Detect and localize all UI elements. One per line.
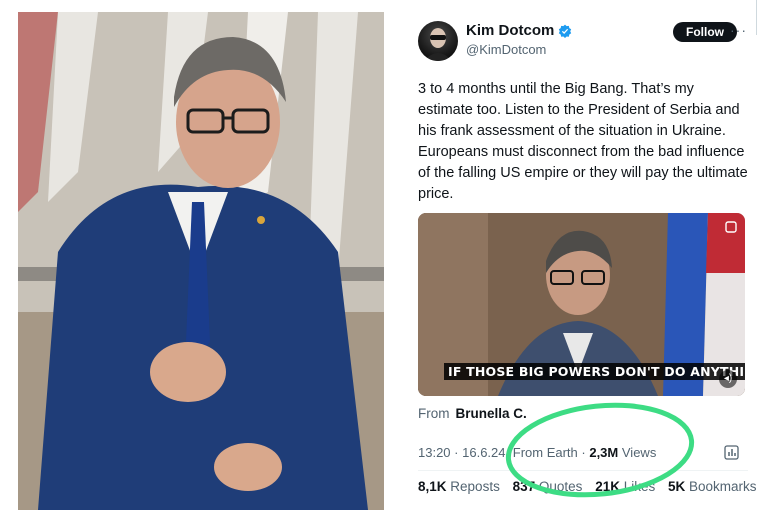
display-name[interactable]: Kim Dotcom (466, 22, 554, 39)
divider (756, 0, 757, 35)
divider (418, 470, 748, 471)
volume-icon[interactable]: ◂) (719, 370, 737, 388)
more-options-icon[interactable]: ··· (730, 22, 747, 38)
engagement-stats: 8,1K Reposts 837 Quotes 21K Likes 5K Boo… (418, 479, 765, 494)
tweet-date[interactable]: 16.6.24. (462, 445, 509, 460)
verified-badge-icon (558, 24, 572, 38)
photo-illustration (18, 12, 384, 510)
handle[interactable]: @KimDotcom (466, 42, 546, 57)
follow-button[interactable]: Follow (673, 22, 737, 42)
stat-reposts[interactable]: 8,1K Reposts (418, 479, 500, 494)
tweet-location: From Earth (512, 445, 578, 460)
tweet-meta: 13:20 · 16.6.24. From Earth · 2,3M Views (418, 445, 656, 460)
from-user[interactable]: Brunella C. (456, 406, 527, 421)
tweet-time[interactable]: 13:20 (418, 445, 451, 460)
views-count: 2,3M (589, 445, 619, 460)
tweet-card: Kim Dotcom @KimDotcom Follow ··· 3 to 4 … (400, 0, 765, 510)
video-caption: IF THOSE BIG POWERS DON'T DO ANYTHING IN… (444, 363, 745, 380)
from-label: From (418, 406, 450, 421)
avatar[interactable] (418, 21, 458, 61)
stat-likes[interactable]: 21K Likes (595, 479, 655, 494)
tweet-text: 3 to 4 months until the Big Bang. That’s… (418, 81, 748, 202)
stat-quotes[interactable]: 837 Quotes (513, 479, 583, 494)
meta-separator: · (454, 445, 463, 460)
avatar-image (424, 28, 452, 61)
video-player[interactable]: IF THOSE BIG POWERS DON'T DO ANYTHING IN… (418, 213, 745, 396)
news-photo (18, 12, 384, 510)
analytics-icon[interactable] (723, 443, 741, 461)
settings-icon[interactable] (725, 221, 737, 233)
author-name-row: Kim Dotcom (466, 22, 572, 39)
views-label: Views (621, 445, 657, 460)
from-row: From Brunella C. (418, 406, 527, 421)
stat-bookmarks[interactable]: 5K Bookmarks (668, 479, 757, 494)
